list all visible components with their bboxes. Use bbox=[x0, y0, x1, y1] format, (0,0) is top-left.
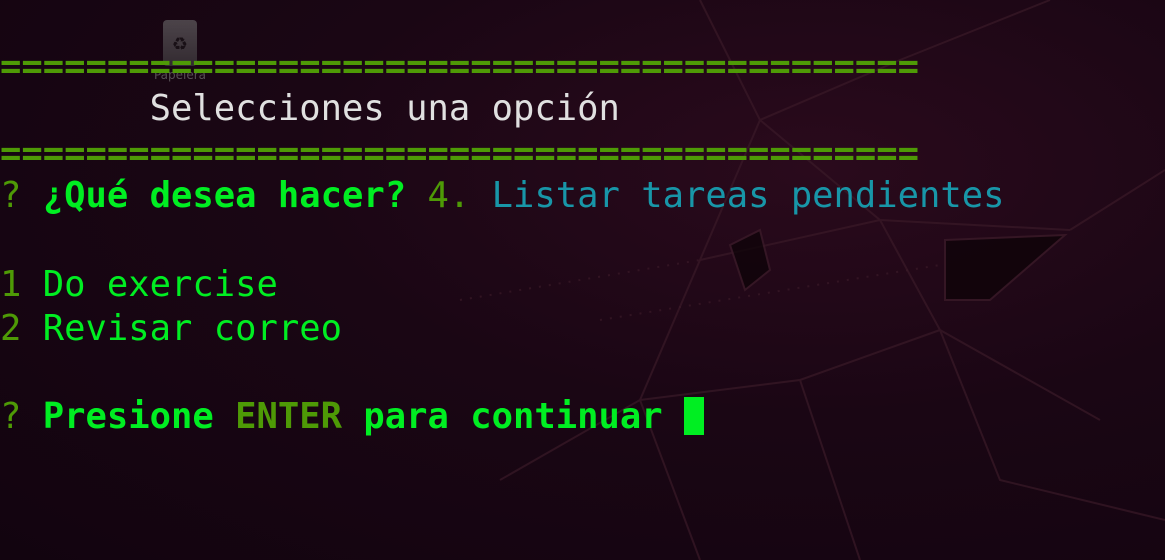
enter-key-label: ENTER bbox=[235, 396, 342, 437]
question-mark-icon: ? bbox=[0, 396, 22, 437]
task-row: 1 Do exercise bbox=[0, 265, 278, 305]
prompt-question: ¿Qué desea hacer? bbox=[42, 175, 407, 216]
terminal-cursor[interactable] bbox=[683, 397, 704, 435]
menu-title: Selecciones una opción bbox=[0, 88, 620, 129]
prompt-press-enter: ? Presione ENTER para continuar bbox=[0, 397, 704, 437]
task-number: 1 bbox=[0, 264, 22, 305]
prompt-text-after: para continuar bbox=[363, 396, 663, 437]
prompt-select-option: ? ¿Qué desea hacer? 4. Listar tareas pen… bbox=[0, 176, 1005, 216]
task-text: Revisar correo bbox=[42, 308, 342, 349]
selected-option-number: 4. bbox=[427, 175, 471, 216]
selected-option-text: Listar tareas pendientes bbox=[491, 175, 1005, 216]
prompt-text-before: Presione bbox=[42, 396, 214, 437]
task-row: 2 Revisar correo bbox=[0, 309, 342, 349]
task-text: Do exercise bbox=[42, 264, 278, 305]
terminal-output[interactable]: ========================================… bbox=[0, 0, 1165, 560]
question-mark-icon: ? bbox=[0, 175, 22, 216]
task-number: 2 bbox=[0, 308, 22, 349]
header-rule-top: ========================================… bbox=[0, 46, 920, 87]
header-rule-bottom: ========================================… bbox=[0, 133, 920, 174]
